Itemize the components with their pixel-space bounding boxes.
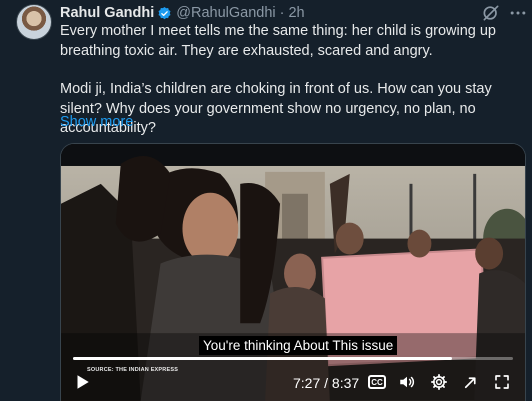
- video-frame: [61, 144, 525, 401]
- video-player[interactable]: You're thinking About This issue SOURCE:…: [60, 143, 526, 401]
- video-time: 7:27 / 8:37: [293, 375, 360, 391]
- author-handle-time[interactable]: @RahulGandhi · 2h: [176, 5, 304, 21]
- verified-badge-icon: [157, 6, 172, 21]
- show-more-link[interactable]: Show more: [60, 114, 133, 130]
- video-progress-fill: [73, 357, 453, 360]
- author-name[interactable]: Rahul Gandhi: [60, 5, 154, 21]
- video-controls: 7:27 / 8:37 CC: [61, 370, 525, 396]
- video-progress-bar[interactable]: [73, 357, 513, 360]
- fullscreen-icon[interactable]: [493, 373, 511, 391]
- captions-icon[interactable]: CC: [368, 375, 386, 389]
- tweet-paragraph: Every mother I meet tells me the same th…: [60, 23, 496, 59]
- settings-gear-icon[interactable]: [430, 373, 448, 391]
- subtitle-caption: You're thinking About This issue: [199, 336, 398, 355]
- tweet-header: Rahul Gandhi @RahulGandhi · 2h: [60, 4, 305, 22]
- more-options-icon[interactable]: [508, 3, 528, 23]
- avatar[interactable]: [16, 4, 52, 40]
- picture-in-picture-icon[interactable]: [462, 373, 480, 391]
- play-icon[interactable]: [73, 373, 91, 391]
- volume-icon[interactable]: [398, 373, 416, 391]
- grok-icon[interactable]: [481, 3, 501, 23]
